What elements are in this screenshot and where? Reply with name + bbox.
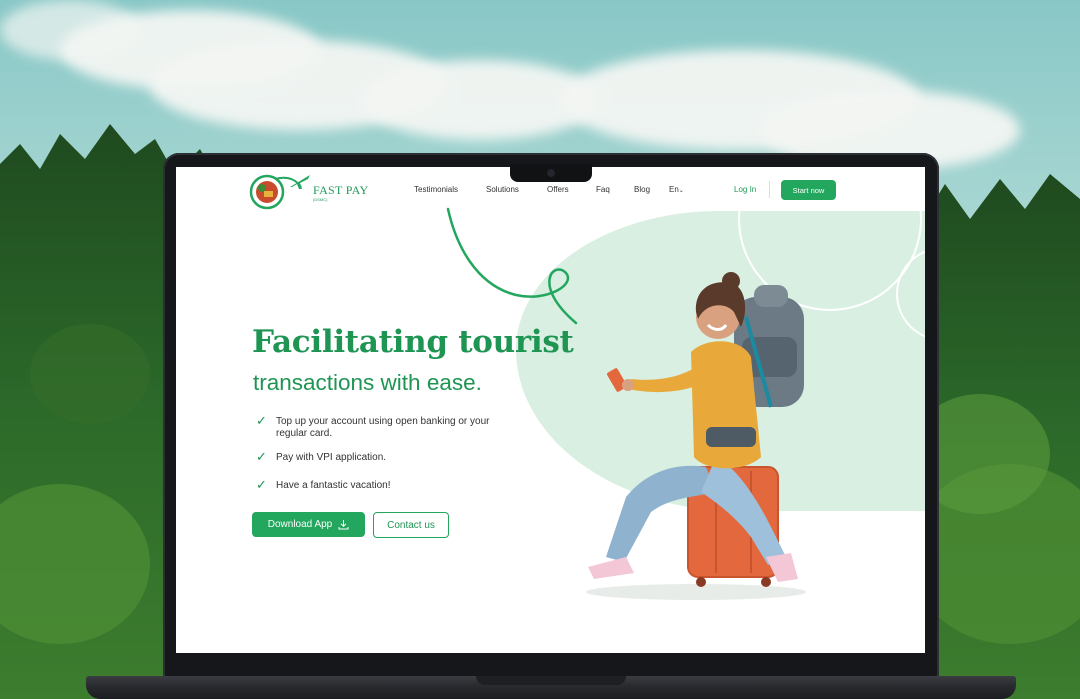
website-screen: FAST PAY (DSMC) Testimonials Solutions O… xyxy=(176,167,925,653)
check-icon: ✓ xyxy=(256,413,267,428)
check-icon: ✓ xyxy=(256,449,267,464)
camera-icon xyxy=(547,169,555,177)
airplane-icon xyxy=(290,175,310,189)
nav-link-blog[interactable]: Blog xyxy=(634,185,650,194)
chevron-down-icon: ⌄ xyxy=(678,188,684,194)
nav-link-faq[interactable]: Faq xyxy=(596,185,610,194)
feature-text: Have a fantastic vacation! xyxy=(276,480,391,491)
traveler-illustration xyxy=(586,272,806,600)
start-now-button[interactable]: Start now xyxy=(781,180,836,200)
hero-title: Facilitating tourist xyxy=(252,324,574,360)
download-icon xyxy=(338,520,349,530)
contact-us-button[interactable]: Contact us xyxy=(373,512,449,538)
nav-link-testimonials[interactable]: Testimonials xyxy=(414,185,458,194)
brand-name: FAST PAY xyxy=(313,183,369,197)
camera-notch xyxy=(510,164,592,182)
download-app-label: Download App xyxy=(267,519,333,530)
laptop-groove xyxy=(476,676,626,685)
laptop-base xyxy=(86,676,1016,699)
feature-text: Pay with VPI application. xyxy=(276,452,387,463)
nav-divider xyxy=(769,181,770,198)
language-selector[interactable]: En⌄ xyxy=(669,185,684,194)
nav-link-offers[interactable]: Offers xyxy=(547,185,569,194)
download-app-button[interactable]: Download App xyxy=(252,512,365,537)
feature-text: Top up your account using open banking o… xyxy=(276,416,490,439)
hero-subtitle: transactions with ease. xyxy=(253,370,482,395)
check-icon: ✓ xyxy=(256,477,267,492)
login-link[interactable]: Log In xyxy=(734,185,756,194)
cloud xyxy=(0,0,140,60)
language-label: En xyxy=(669,185,679,194)
brand-tagline: (DSMC) xyxy=(313,197,328,202)
nav-link-solutions[interactable]: Solutions xyxy=(486,185,519,194)
